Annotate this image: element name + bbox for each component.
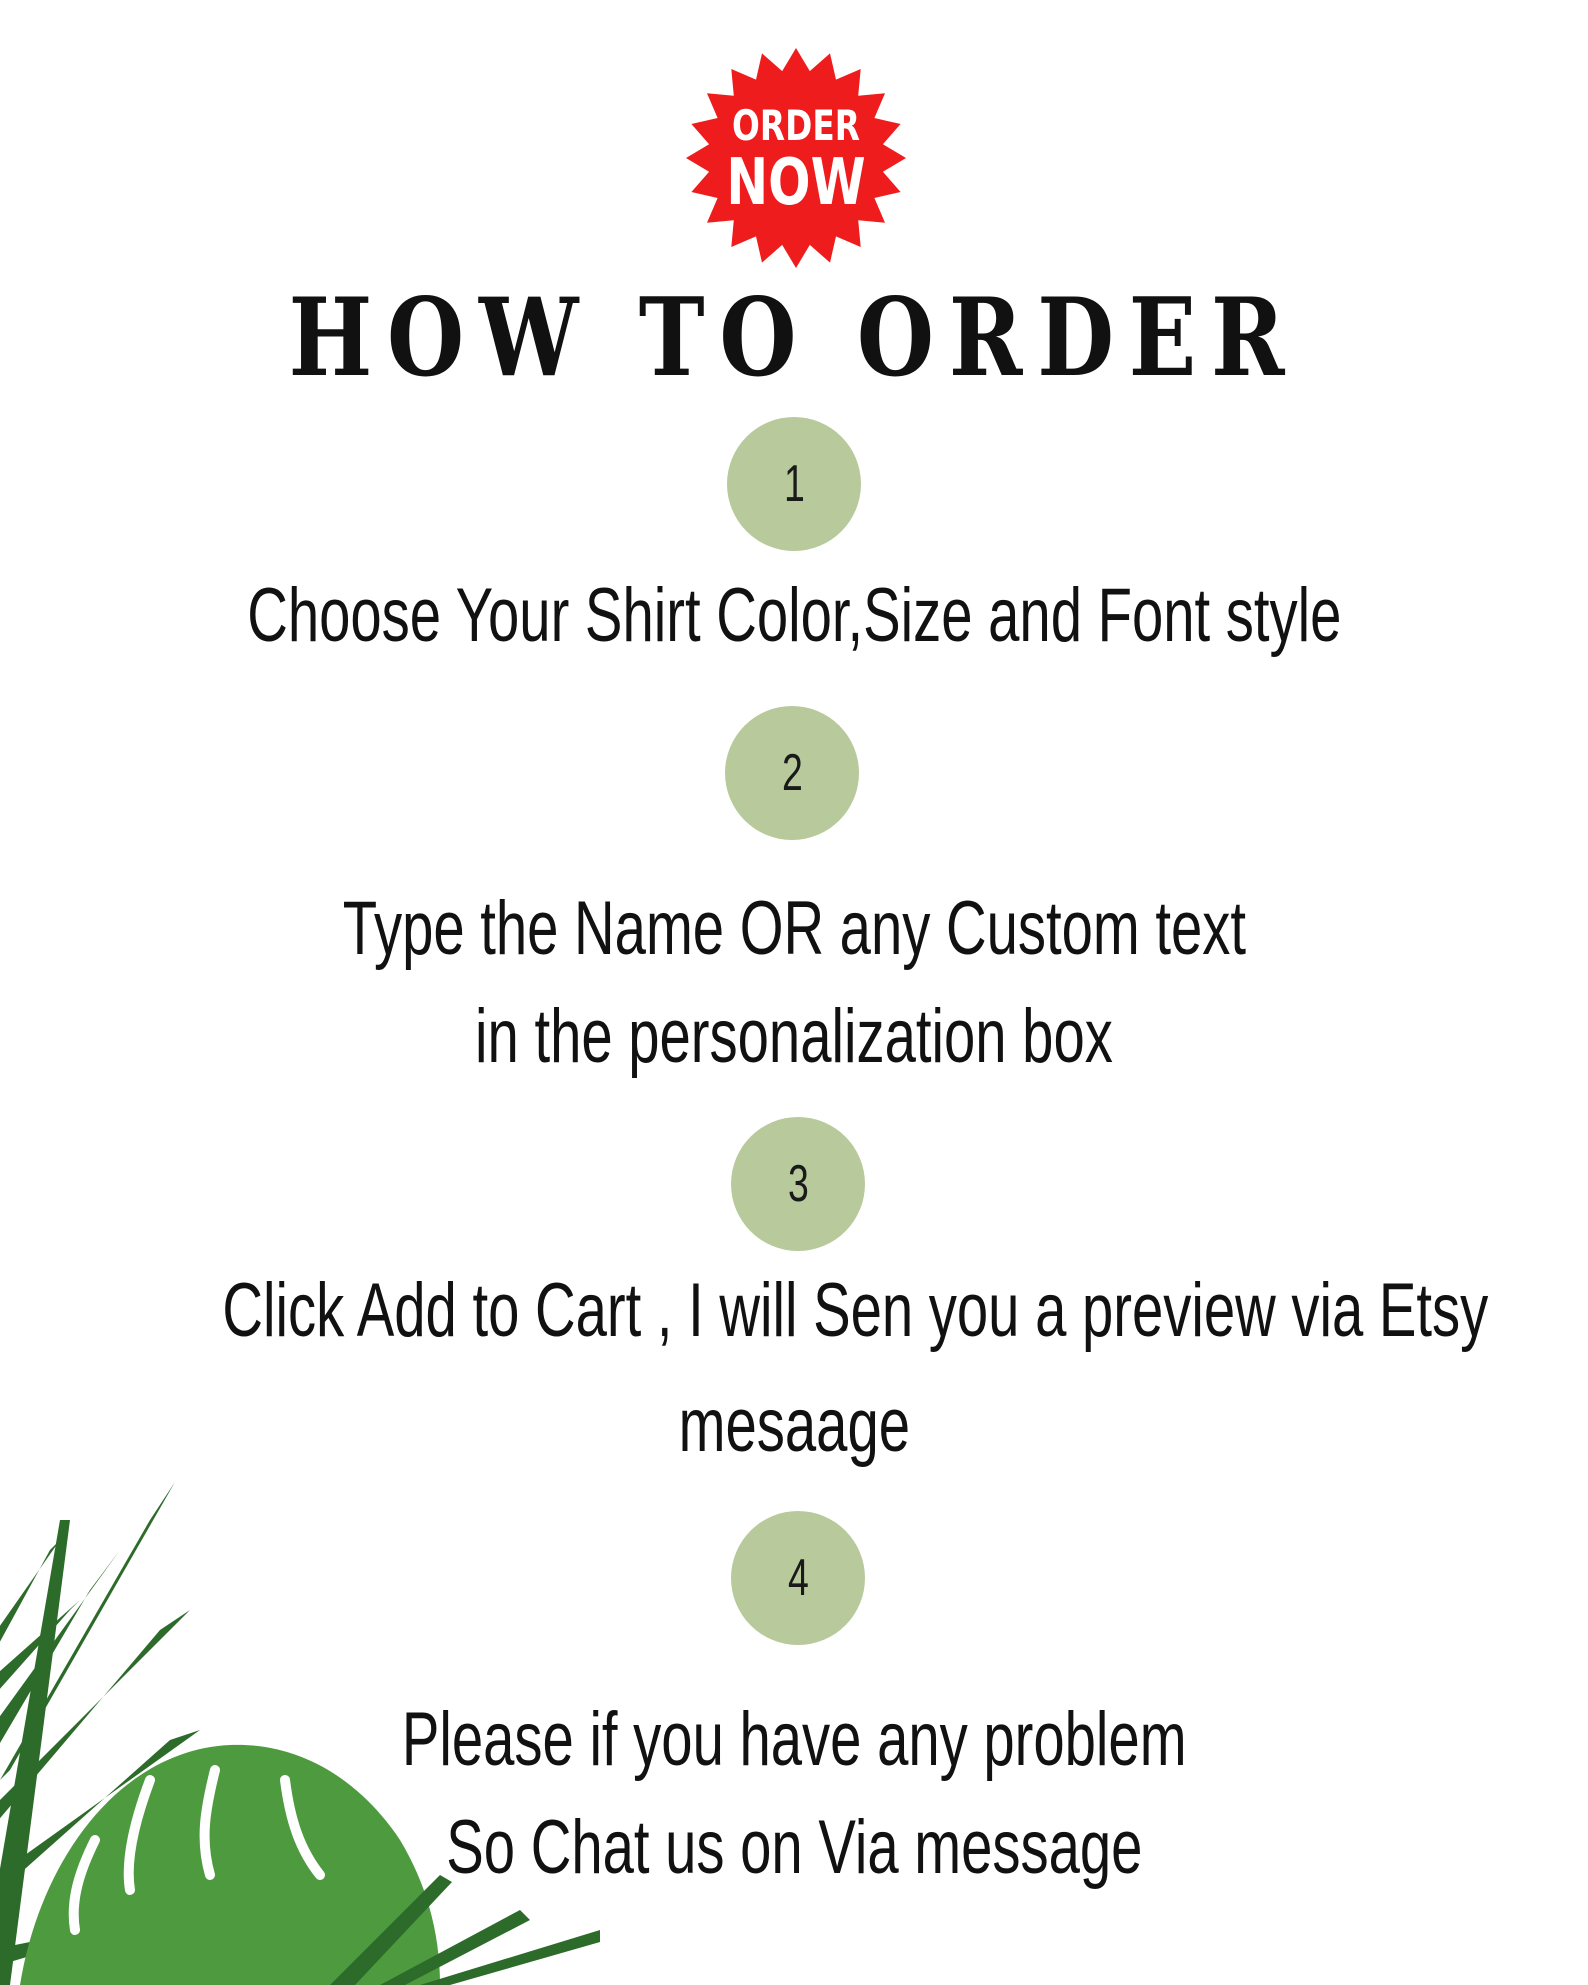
page-title: HOW TO ORDER [288,275,1300,401]
step-3-line-1: Click Add to Cart , I will Sen you a pre… [222,1268,1489,1353]
step-2-line-1: Type the Name OR any Custom text [342,886,1246,971]
step-1-line-1: Choose Your Shirt Color,Size and Font st… [246,573,1342,658]
step-3-text: Click Add to Cart , I will Sen you a pre… [0,1257,1588,1365]
step-3-number: 3 [787,1155,809,1213]
step-2-number-circle: 2 [725,706,859,840]
step-2-line-2: in the personalization box [475,994,1113,1079]
step-1-number-circle: 1 [727,417,861,551]
step-4-number-circle: 4 [731,1511,865,1645]
step-3-number-circle: 3 [731,1117,865,1251]
step-2-text: Type the Name OR any Custom text [0,875,1588,983]
step-4-number: 4 [787,1549,809,1607]
step-1-number: 1 [783,455,805,513]
step-2-text-continued: in the personalization box [0,983,1588,1091]
order-now-badge[interactable]: ORDER NOW [684,46,908,270]
step-3-text-continued: mesaage [0,1372,1588,1480]
badge-line-2: NOW [726,146,866,220]
badge-label: ORDER NOW [709,46,884,270]
badge-line-1: ORDER [732,101,860,150]
step-2-number: 2 [781,744,803,802]
step-1-text: Choose Your Shirt Color,Size and Font st… [0,562,1588,670]
step-3-line-2: mesaage [678,1383,910,1468]
tropical-leaves-icon [0,1482,600,1985]
